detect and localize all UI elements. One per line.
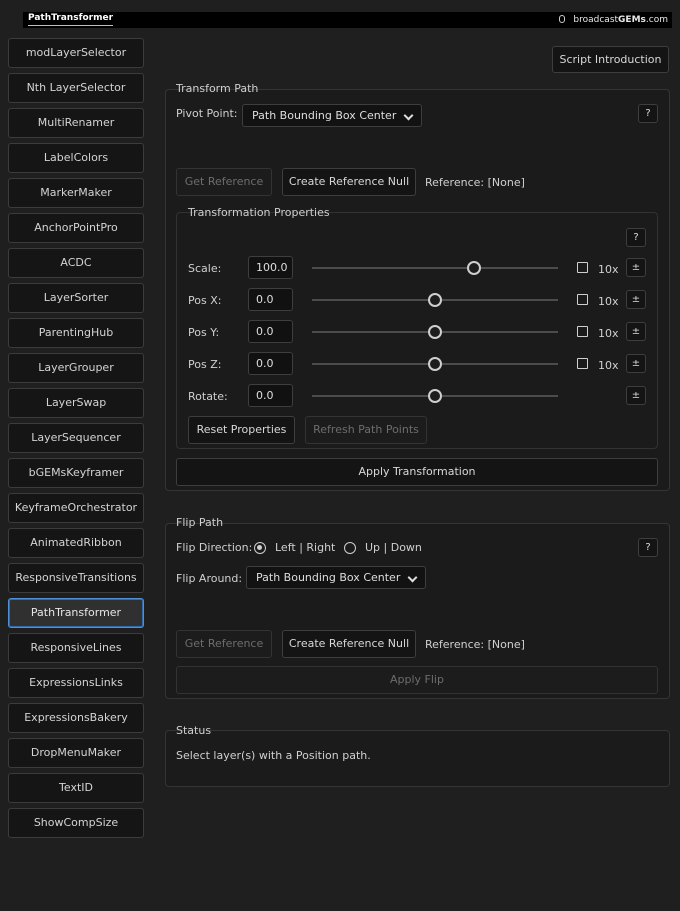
sidebar-item[interactable]: ResponsiveLines (8, 633, 144, 663)
brand-icon (559, 15, 566, 23)
flip-create-reference-null-button[interactable]: Create Reference Null (282, 630, 416, 658)
property-label: Pos Y: (188, 326, 220, 339)
flip-help-button[interactable]: ? (638, 538, 658, 557)
reference-status: Reference: [None] (425, 176, 525, 189)
sidebar-item[interactable]: ResponsiveTransitions (8, 563, 144, 593)
header-bar: PathTransformer broadcastGEMs.com (23, 12, 672, 28)
apply-transformation-button[interactable]: Apply Transformation (176, 458, 658, 486)
multiplier-label: 10x (598, 327, 619, 340)
property-value-field[interactable]: 0.0 (248, 384, 293, 407)
property-slider-handle[interactable] (428, 293, 442, 307)
radio-left-right-label: Left | Right (275, 541, 336, 554)
script-introduction-button[interactable]: Script Introduction (552, 46, 669, 73)
brand-link[interactable]: broadcastGEMs.com (559, 14, 668, 26)
sidebar-item[interactable]: ExpressionsLinks (8, 668, 144, 698)
chevron-down-icon (403, 110, 414, 121)
status-title: Status (176, 724, 212, 737)
sidebar-item[interactable]: MarkerMaker (8, 178, 144, 208)
property-value-field[interactable]: 0.0 (248, 320, 293, 343)
transformation-properties-title: Transformation Properties (188, 206, 330, 219)
radio-left-right[interactable] (254, 542, 266, 554)
sidebar: modLayerSelector Nth LayerSelector MultiRe… (8, 38, 144, 843)
flip-around-label: Flip Around: (176, 572, 243, 585)
plus-minus-button[interactable]: ± (626, 290, 646, 309)
plus-minus-button[interactable]: ± (626, 258, 646, 277)
sidebar-item[interactable]: ACDC (8, 248, 144, 278)
pivot-point-dropdown[interactable]: Path Bounding Box Center (242, 104, 422, 127)
property-label: Pos X: (188, 294, 222, 307)
flip-reference-status: Reference: [None] (425, 638, 525, 651)
sidebar-item[interactable]: PathTransformer (8, 598, 144, 628)
property-label: Rotate: (188, 390, 228, 403)
property-value-field[interactable]: 0.0 (248, 352, 293, 375)
get-reference-button[interactable]: Get Reference (176, 168, 272, 196)
app-logo: PathTransformer (28, 13, 114, 26)
sidebar-item[interactable]: modLayerSelector (8, 38, 144, 68)
multiplier-checkbox[interactable] (577, 262, 588, 273)
flip-get-reference-button[interactable]: Get Reference (176, 630, 272, 658)
sidebar-item[interactable]: bGEMsKeyframer (8, 458, 144, 488)
sidebar-item[interactable]: KeyframeOrchestrator (8, 493, 144, 523)
apply-flip-button[interactable]: Apply Flip (176, 666, 658, 694)
sidebar-item[interactable]: LayerSorter (8, 283, 144, 313)
radio-up-down-label: Up | Down (365, 541, 422, 554)
sidebar-item[interactable]: TextID (8, 773, 144, 803)
create-reference-null-button[interactable]: Create Reference Null (282, 168, 416, 196)
flip-around-dropdown[interactable]: Path Bounding Box Center (246, 566, 426, 589)
multiplier-label: 10x (598, 359, 619, 372)
plus-minus-button[interactable]: ± (626, 322, 646, 341)
property-slider-handle[interactable] (428, 389, 442, 403)
property-value-field[interactable]: 0.0 (248, 288, 293, 311)
sidebar-item[interactable]: AnchorPointPro (8, 213, 144, 243)
plus-minus-button[interactable]: ± (626, 386, 646, 405)
multiplier-checkbox[interactable] (577, 358, 588, 369)
transform-path-title: Transform Path (176, 82, 259, 95)
transform-help-button[interactable]: ? (638, 104, 658, 123)
refresh-path-points-button[interactable]: Refresh Path Points (305, 416, 427, 444)
property-label: Pos Z: (188, 358, 222, 371)
property-value-field[interactable]: 100.0 (248, 256, 293, 279)
sidebar-item[interactable]: LabelColors (8, 143, 144, 173)
sidebar-item[interactable]: MultiRenamer (8, 108, 144, 138)
sidebar-item[interactable]: LayerSequencer (8, 423, 144, 453)
sidebar-item[interactable]: Nth LayerSelector (8, 73, 144, 103)
sidebar-item[interactable]: LayerSwap (8, 388, 144, 418)
status-message: Select layer(s) with a Position path. (176, 749, 371, 762)
sidebar-item[interactable]: DropMenuMaker (8, 738, 144, 768)
properties-help-button[interactable]: ? (626, 228, 646, 247)
sidebar-item[interactable]: ShowCompSize (8, 808, 144, 838)
reset-properties-button[interactable]: Reset Properties (188, 416, 295, 444)
pivot-point-label: Pivot Point: (176, 107, 238, 120)
sidebar-item[interactable]: ExpressionsBakery (8, 703, 144, 733)
plus-minus-button[interactable]: ± (626, 354, 646, 373)
radio-up-down[interactable] (344, 542, 356, 554)
flip-path-title: Flip Path (176, 516, 224, 529)
multiplier-checkbox[interactable] (577, 294, 588, 305)
sidebar-item[interactable]: ParentingHub (8, 318, 144, 348)
multiplier-label: 10x (598, 263, 619, 276)
flip-direction-label: Flip Direction: (176, 541, 253, 554)
chevron-down-icon (407, 572, 418, 583)
multiplier-checkbox[interactable] (577, 326, 588, 337)
property-slider-handle[interactable] (428, 357, 442, 371)
sidebar-item[interactable]: AnimatedRibbon (8, 528, 144, 558)
multiplier-label: 10x (598, 295, 619, 308)
sidebar-item[interactable]: LayerGrouper (8, 353, 144, 383)
property-slider-handle[interactable] (428, 325, 442, 339)
property-slider-track (312, 267, 558, 269)
property-label: Scale: (188, 262, 222, 275)
